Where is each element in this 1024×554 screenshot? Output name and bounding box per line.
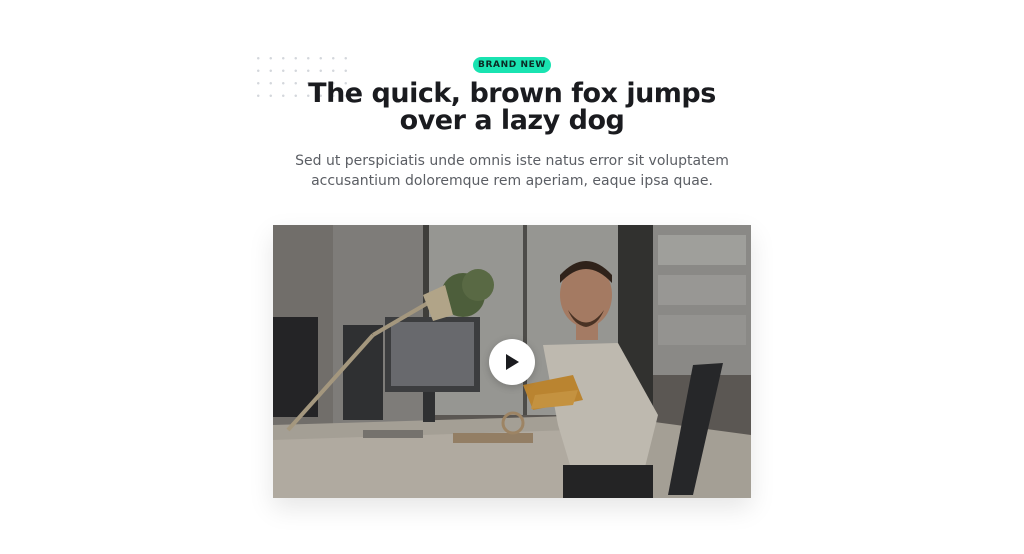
brand-new-badge: BRAND NEW: [473, 57, 551, 73]
play-button[interactable]: [489, 339, 535, 385]
hero-subtitle: Sed ut perspiciatis unde omnis iste natu…: [0, 151, 1024, 191]
hero-subtitle-line-2: accusantium doloremque rem aperiam, eaqu…: [311, 173, 713, 189]
page: BRAND NEW The quick, brown fox jumps ove…: [0, 0, 1024, 554]
hero-title-line-2: over a lazy dog: [399, 105, 625, 136]
hero-title-line-1: The quick, brown fox jumps: [308, 78, 716, 109]
hero-subtitle-line-1: Sed ut perspiciatis unde omnis iste natu…: [295, 153, 729, 169]
hero-title: The quick, brown fox jumps over a lazy d…: [0, 80, 1024, 134]
play-icon: [506, 354, 519, 370]
